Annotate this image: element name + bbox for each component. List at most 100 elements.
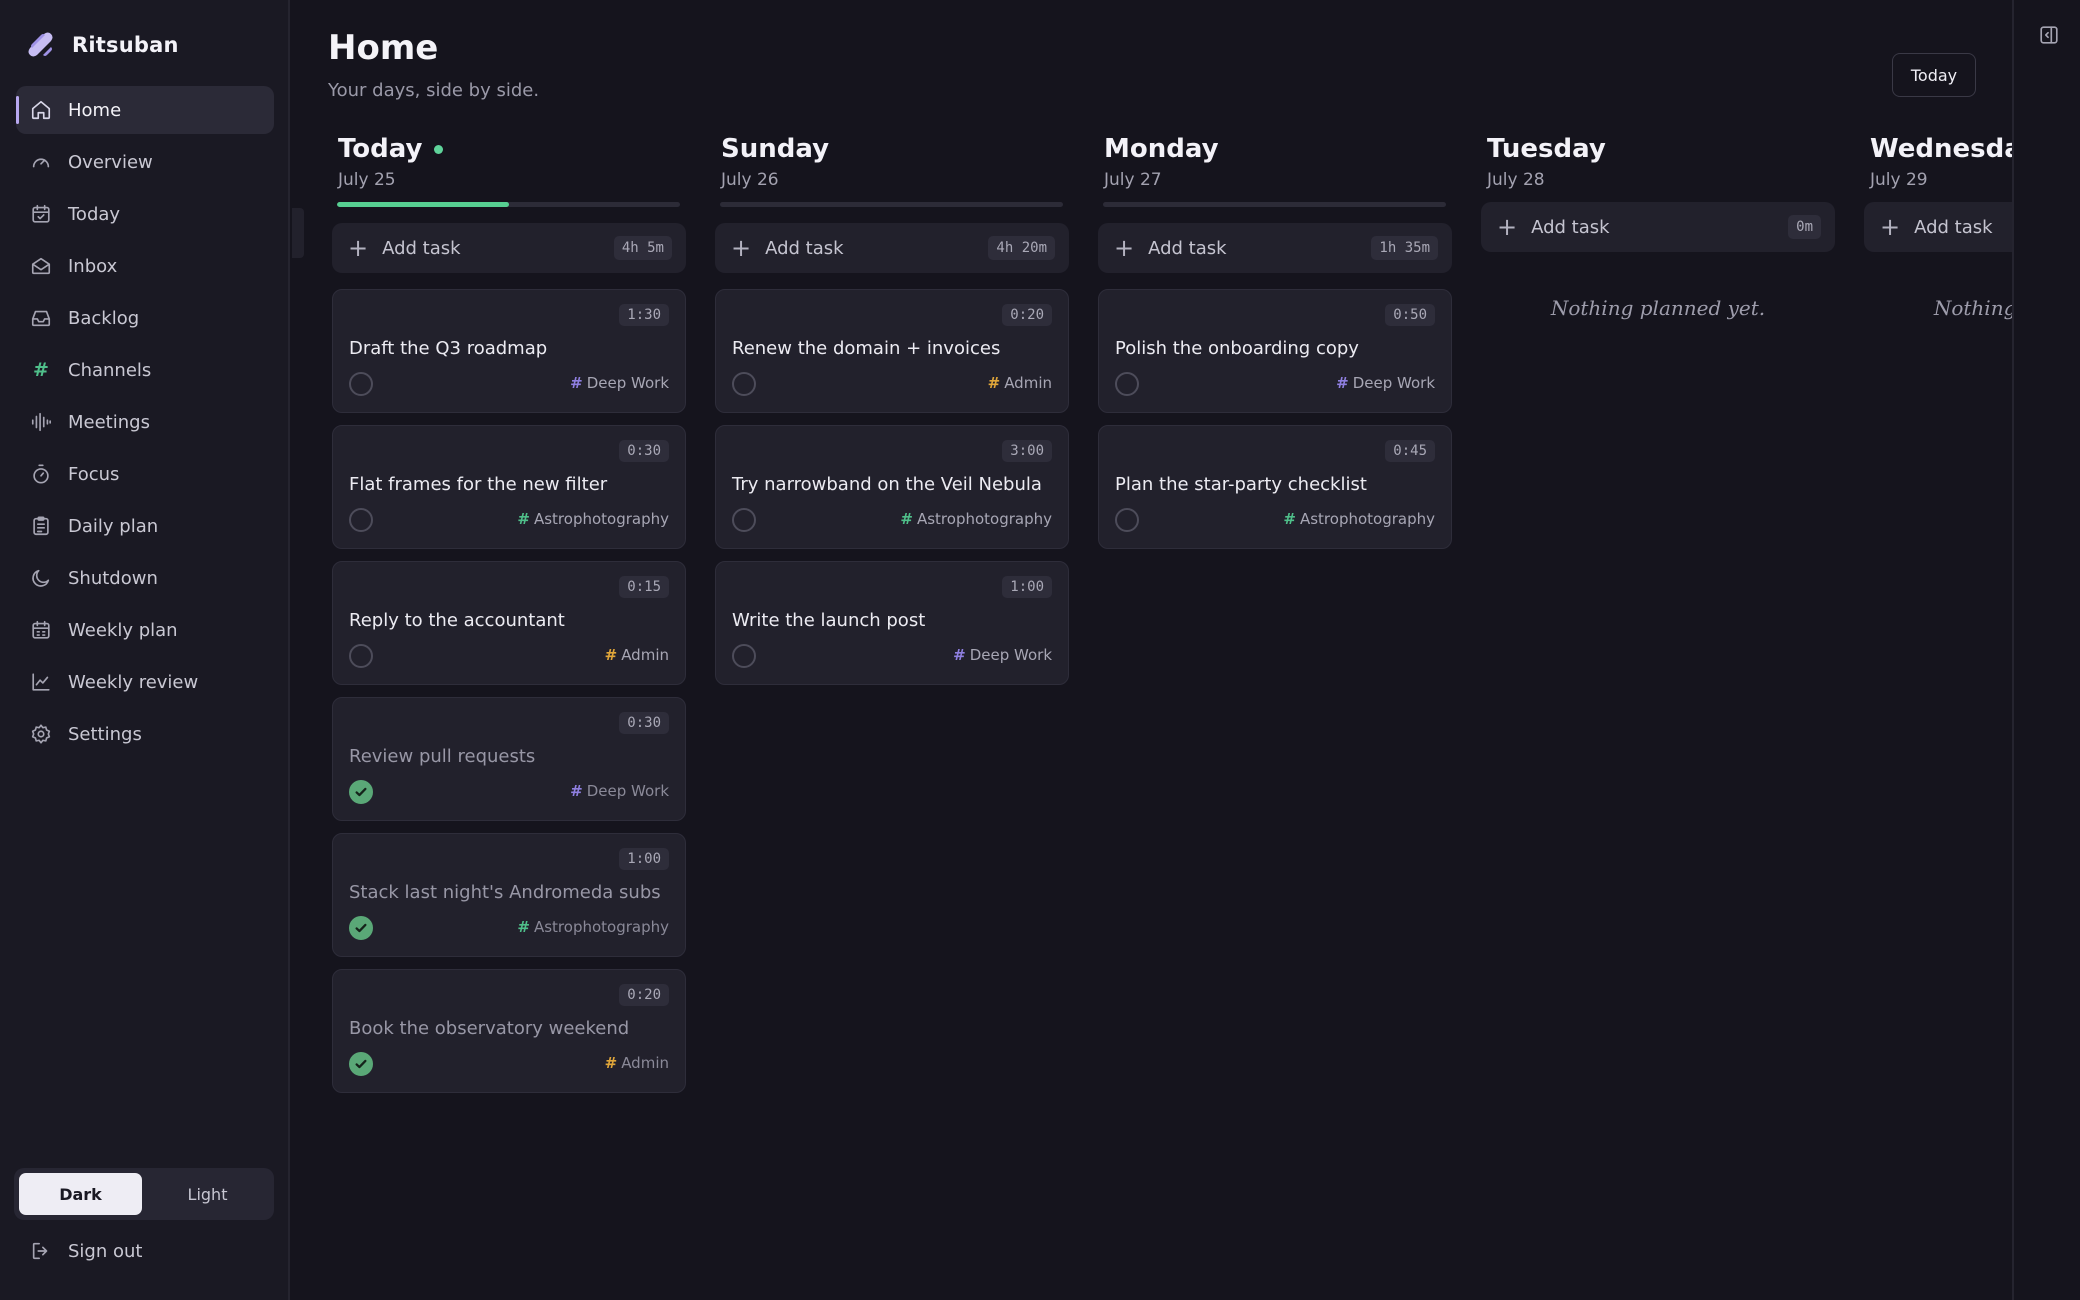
task-channel-tag[interactable]: # Deep Work bbox=[570, 782, 669, 800]
add-task-button[interactable]: + Add task 4h 20m bbox=[715, 223, 1069, 273]
task-title: Book the observatory weekend bbox=[349, 1018, 630, 1039]
today-indicator-dot bbox=[434, 144, 444, 154]
task-checkbox[interactable] bbox=[349, 372, 373, 396]
add-task-button[interactable]: + Add task bbox=[1864, 202, 2012, 252]
day-name: Sunday bbox=[721, 134, 829, 164]
task-title: Review pull requests bbox=[349, 746, 536, 767]
sidebar-item-inbox[interactable]: Inbox bbox=[16, 242, 274, 290]
right-rail bbox=[2012, 0, 2080, 1300]
task-duration: 0:50 bbox=[1385, 304, 1435, 326]
task-channel-tag[interactable]: # Deep Work bbox=[570, 374, 669, 392]
sidebar-item-label: Home bbox=[68, 99, 122, 121]
task-card[interactable]: 0:50 Polish the onboarding copy # Deep Work bbox=[1098, 289, 1452, 413]
channel-hash-icon: # bbox=[517, 510, 530, 528]
empty-day-note: Nothing planned yet. bbox=[1933, 296, 2012, 320]
day-progress-bar bbox=[1103, 202, 1446, 207]
day-date: July 27 bbox=[1104, 170, 1162, 190]
sidebar-item-backlog[interactable]: Backlog bbox=[16, 294, 274, 342]
channel-hash-icon: # bbox=[517, 918, 530, 936]
sidebar-item-label: Channels bbox=[68, 359, 152, 381]
sidebar-item-label: Weekly plan bbox=[68, 619, 178, 641]
day-date: July 29 bbox=[1870, 170, 1928, 190]
sidebar-item-today[interactable]: Today bbox=[16, 190, 274, 238]
task-checkbox[interactable] bbox=[1115, 508, 1139, 532]
task-checkbox[interactable] bbox=[349, 508, 373, 532]
sidebar-item-label: Backlog bbox=[68, 307, 140, 329]
sidebar-item-daily-plan[interactable]: Daily plan bbox=[16, 502, 274, 550]
gauge-icon bbox=[30, 151, 52, 173]
task-channel-tag[interactable]: # Admin bbox=[605, 1054, 669, 1072]
sidebar-item-meetings[interactable]: Meetings bbox=[16, 398, 274, 446]
task-title: Polish the onboarding copy bbox=[1115, 338, 1359, 359]
day-date: July 25 bbox=[338, 170, 396, 190]
task-channel-tag[interactable]: # Astrophotography bbox=[517, 918, 669, 936]
sidebar-item-weekly-review[interactable]: Weekly review bbox=[16, 658, 274, 706]
sidebar-item-shutdown[interactable]: Shutdown bbox=[16, 554, 274, 602]
day-progress-bar bbox=[337, 202, 680, 207]
task-card[interactable]: 3:00 Try narrowband on the Veil Nebula # As… bbox=[715, 425, 1069, 549]
task-channel-tag[interactable]: # Deep Work bbox=[953, 646, 1052, 664]
task-checkbox[interactable] bbox=[732, 508, 756, 532]
sidebar-item-overview[interactable]: Overview bbox=[16, 138, 274, 186]
task-title: Draft the Q3 roadmap bbox=[349, 338, 548, 359]
task-card[interactable]: 1:00 Stack last night's Andromeda subs # As… bbox=[332, 833, 686, 957]
task-checkbox[interactable] bbox=[732, 644, 756, 668]
add-task-button[interactable]: + Add task 1h 35m bbox=[1098, 223, 1452, 273]
task-checkbox[interactable] bbox=[349, 644, 373, 668]
task-card[interactable]: 0:20 Book the observatory weekend # Admin bbox=[332, 969, 686, 1093]
sidebar-item-weekly-plan[interactable]: Weekly plan bbox=[16, 606, 274, 654]
add-task-button[interactable]: + Add task 4h 5m bbox=[332, 223, 686, 273]
day-column-wednesday: Wednesday July 29 + Add task Nothing planned… bbox=[1864, 130, 2012, 320]
add-task-label: Add task bbox=[1531, 216, 1610, 238]
task-card[interactable]: 1:30 Draft the Q3 roadmap # Deep Work bbox=[332, 289, 686, 413]
day-column-sunday: Sunday July 26 + Add task 4h 20m 0:20 Renew th… bbox=[715, 130, 1069, 685]
day-date: July 28 bbox=[1487, 170, 1545, 190]
channel-hash-icon: # bbox=[953, 646, 966, 664]
day-column-tuesday: Tuesday July 28 + Add task 0m Nothing planned… bbox=[1481, 130, 1835, 320]
task-card[interactable]: 0:15 Reply to the accountant # Admin bbox=[332, 561, 686, 685]
sidebar-item-home[interactable]: Home bbox=[16, 86, 274, 134]
task-duration: 0:30 bbox=[619, 712, 669, 734]
task-duration: 0:45 bbox=[1385, 440, 1435, 462]
checkmark-icon bbox=[355, 1059, 367, 1069]
task-checkbox[interactable] bbox=[1115, 372, 1139, 396]
sign-out-button[interactable]: Sign out bbox=[30, 1240, 142, 1262]
sidebar-item-label: Overview bbox=[68, 151, 153, 173]
task-channel-tag[interactable]: # Astrophotography bbox=[1283, 510, 1435, 528]
task-channel-tag[interactable]: # Admin bbox=[605, 646, 669, 664]
channel-hash-icon: # bbox=[1283, 510, 1296, 528]
sidebar-item-focus[interactable]: Focus bbox=[16, 450, 274, 498]
task-duration: 3:00 bbox=[1002, 440, 1052, 462]
scroll-handle[interactable] bbox=[292, 208, 304, 258]
task-card[interactable]: 0:30 Review pull requests # Deep Work bbox=[332, 697, 686, 821]
day-label: Sunday bbox=[721, 134, 830, 164]
add-task-label: Add task bbox=[1148, 237, 1227, 259]
task-channel-tag[interactable]: # Astrophotography bbox=[517, 510, 669, 528]
sidebar-item-settings[interactable]: Settings bbox=[16, 710, 274, 758]
channel-name: Admin bbox=[621, 646, 669, 664]
task-card[interactable]: 0:45 Plan the star-party checklist # Astrop… bbox=[1098, 425, 1452, 549]
day-total-duration: 0m bbox=[1788, 215, 1821, 239]
day-name: Today bbox=[338, 134, 444, 164]
brand[interactable]: Ritsuban bbox=[24, 28, 179, 62]
task-card[interactable]: 0:20 Renew the domain + invoices # Admin bbox=[715, 289, 1069, 413]
task-checkbox-checked[interactable] bbox=[349, 916, 373, 940]
task-channel-tag[interactable]: # Admin bbox=[988, 374, 1052, 392]
task-checkbox[interactable] bbox=[732, 372, 756, 396]
checkmark-icon bbox=[355, 923, 367, 933]
task-channel-tag[interactable]: # Astrophotography bbox=[900, 510, 1052, 528]
task-checkbox-checked[interactable] bbox=[349, 780, 373, 804]
task-card[interactable]: 0:30 Flat frames for the new filter # Astro… bbox=[332, 425, 686, 549]
jump-to-today-button[interactable]: Today bbox=[1892, 53, 1976, 97]
task-checkbox-checked[interactable] bbox=[349, 1052, 373, 1076]
task-channel-tag[interactable]: # Deep Work bbox=[1336, 374, 1435, 392]
task-card[interactable]: 1:00 Write the launch post # Deep Work bbox=[715, 561, 1069, 685]
toggle-panel-icon[interactable] bbox=[2038, 24, 2060, 46]
day-header: Tuesday July 28 bbox=[1481, 130, 1835, 202]
sidebar-item-channels[interactable]: # Channels bbox=[16, 346, 274, 394]
add-task-button[interactable]: + Add task 0m bbox=[1481, 202, 1835, 252]
day-header: Monday July 27 bbox=[1098, 130, 1452, 202]
channel-name: Deep Work bbox=[969, 646, 1052, 664]
theme-dark-button[interactable]: Dark bbox=[19, 1173, 142, 1215]
theme-light-button[interactable]: Light bbox=[146, 1173, 269, 1215]
